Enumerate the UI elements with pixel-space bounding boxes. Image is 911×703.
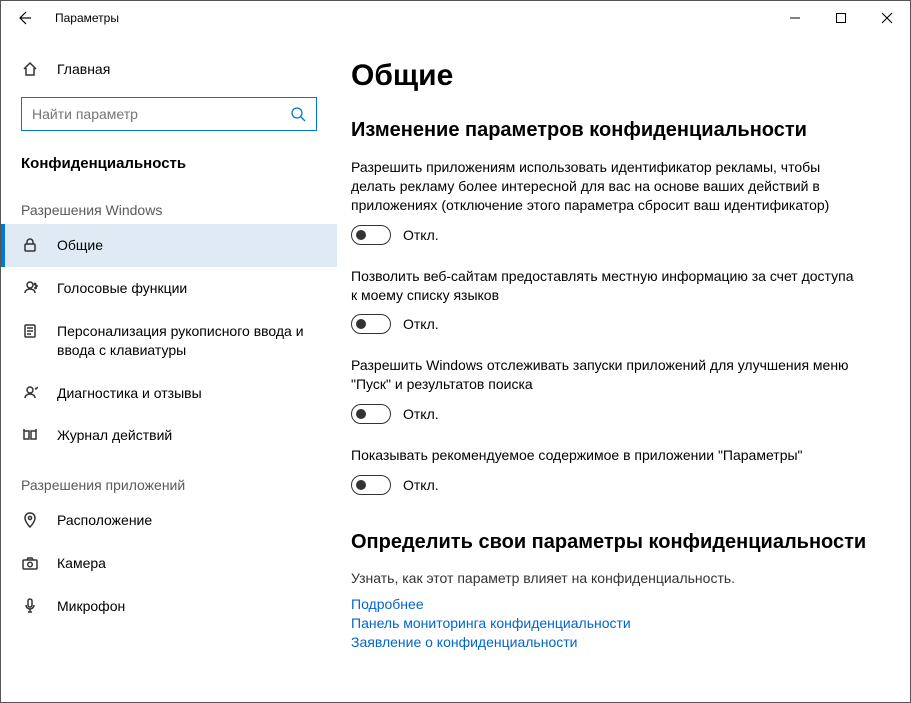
- link-privacy-statement[interactable]: Заявление о конфиденциальности: [351, 634, 886, 650]
- link-privacy-dashboard[interactable]: Панель мониторинга конфиденциальности: [351, 615, 886, 631]
- minimize-icon: [789, 12, 801, 24]
- location-icon: [21, 511, 39, 528]
- sidebar-item-camera[interactable]: Камера: [1, 542, 337, 585]
- option-advertising-id: Разрешить приложениям использовать идент…: [351, 158, 886, 245]
- toggle-state-label: Откл.: [403, 406, 439, 422]
- toggle-website-language[interactable]: [351, 314, 391, 334]
- group-app-permissions: Разрешения приложений: [1, 457, 337, 499]
- home-link[interactable]: Главная: [1, 51, 337, 87]
- sidebar-item-label: Журнал действий: [57, 426, 317, 445]
- camera-icon: [21, 554, 39, 571]
- option-track-app-launches: Разрешить Windows отслеживать запуски пр…: [351, 356, 886, 424]
- section-title-know-privacy: Определить свои параметры конфиденциальн…: [351, 531, 886, 554]
- title-bar: Параметры: [1, 1, 910, 35]
- close-icon: [881, 12, 893, 24]
- window-title: Параметры: [55, 11, 119, 25]
- group-windows-permissions: Разрешения Windows: [1, 182, 337, 224]
- sidebar-item-inking[interactable]: Персонализация рукописного ввода и ввода…: [1, 310, 337, 372]
- sidebar: Главная Конфиденциальность Разрешения Wi…: [1, 35, 337, 702]
- section-title-privacy-options: Изменение параметров конфиденциальности: [351, 119, 886, 142]
- back-button[interactable]: [7, 1, 41, 35]
- sidebar-item-label: Голосовые функции: [57, 279, 317, 298]
- lock-icon: [21, 236, 39, 253]
- speech-icon: [21, 279, 39, 296]
- sidebar-item-activity-history[interactable]: Журнал действий: [1, 414, 337, 457]
- main-content: Общие Изменение параметров конфиденциаль…: [337, 35, 910, 702]
- sidebar-item-label: Персонализация рукописного ввода и ввода…: [57, 322, 317, 360]
- page-title: Общие: [351, 59, 886, 93]
- toggle-track-app-launches[interactable]: [351, 404, 391, 424]
- sidebar-item-label: Общие: [57, 236, 317, 255]
- option-description: Разрешить приложениям использовать идент…: [351, 158, 861, 215]
- arrow-left-icon: [16, 10, 32, 26]
- history-icon: [21, 426, 39, 443]
- option-description: Показывать рекомендуемое содержимое в пр…: [351, 446, 861, 465]
- clipboard-icon: [21, 322, 39, 339]
- maximize-icon: [835, 12, 847, 24]
- sidebar-item-general[interactable]: Общие: [1, 224, 337, 267]
- option-description: Разрешить Windows отслеживать запуски пр…: [351, 356, 861, 394]
- close-button[interactable]: [864, 1, 910, 35]
- feedback-icon: [21, 384, 39, 401]
- link-learn-more[interactable]: Подробнее: [351, 596, 886, 612]
- sidebar-item-location[interactable]: Расположение: [1, 499, 337, 542]
- category-title: Конфиденциальность: [1, 145, 337, 182]
- option-website-language: Позволить веб-сайтам предоставлять местн…: [351, 267, 886, 335]
- sidebar-item-speech[interactable]: Голосовые функции: [1, 267, 337, 310]
- toggle-state-label: Откл.: [403, 477, 439, 493]
- toggle-suggested-content[interactable]: [351, 475, 391, 495]
- maximize-button[interactable]: [818, 1, 864, 35]
- home-label: Главная: [57, 61, 110, 77]
- sidebar-item-label: Расположение: [57, 511, 317, 530]
- search-box[interactable]: [21, 97, 317, 131]
- toggle-state-label: Откл.: [403, 227, 439, 243]
- sidebar-item-label: Камера: [57, 554, 317, 573]
- section-subtitle: Узнать, как этот параметр влияет на конф…: [351, 570, 886, 586]
- settings-window: Параметры Главная: [0, 0, 911, 703]
- toggle-advertising-id[interactable]: [351, 225, 391, 245]
- search-input[interactable]: [32, 106, 290, 122]
- sidebar-item-label: Диагностика и отзывы: [57, 384, 317, 403]
- option-suggested-content: Показывать рекомендуемое содержимое в пр…: [351, 446, 886, 495]
- sidebar-item-label: Микрофон: [57, 597, 317, 616]
- microphone-icon: [21, 597, 39, 614]
- sidebar-item-microphone[interactable]: Микрофон: [1, 585, 337, 628]
- home-icon: [21, 61, 39, 77]
- search-icon: [290, 106, 306, 122]
- toggle-state-label: Откл.: [403, 316, 439, 332]
- sidebar-item-diagnostics[interactable]: Диагностика и отзывы: [1, 372, 337, 415]
- minimize-button[interactable]: [772, 1, 818, 35]
- option-description: Позволить веб-сайтам предоставлять местн…: [351, 267, 861, 305]
